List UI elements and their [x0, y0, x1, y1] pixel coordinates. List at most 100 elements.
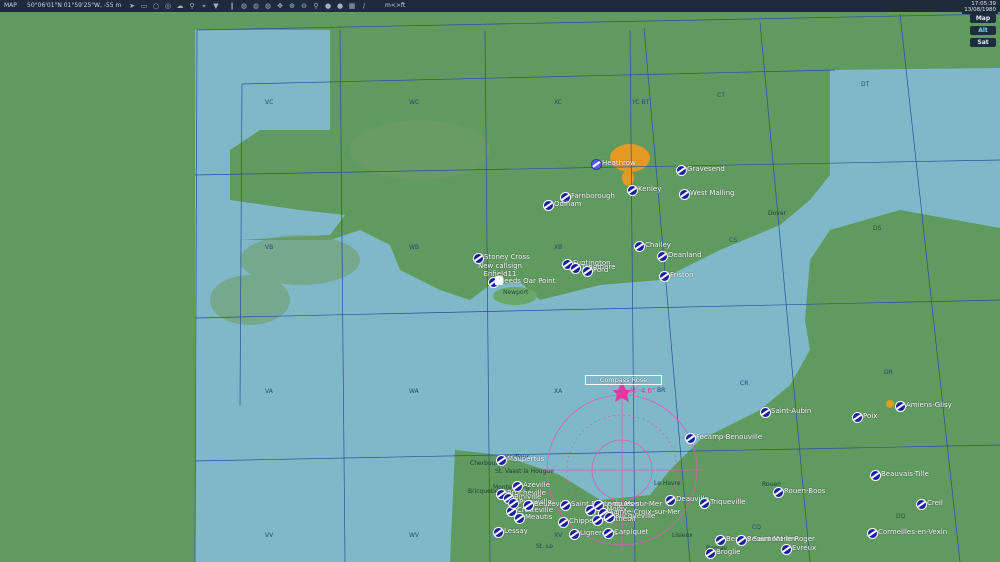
airfield-label[interactable]: Odiham [554, 200, 581, 208]
airfield-icon[interactable] [592, 515, 603, 526]
airbase-heathrow-icon[interactable] [591, 159, 602, 170]
airfield-label[interactable]: Beaumont-le-Roger [747, 535, 815, 543]
search-icon[interactable]: ⚲ [312, 2, 320, 10]
airfield-label[interactable]: Evreux [792, 544, 816, 552]
airfield-icon[interactable] [679, 189, 690, 200]
aircraft-unit-icon[interactable] [495, 276, 503, 285]
airfield-label[interactable]: Chailey [645, 241, 671, 249]
airfield-label[interactable]: Azeville [523, 481, 550, 489]
airfield-icon[interactable] [627, 185, 638, 196]
airfield-label[interactable]: Maupertus [507, 455, 544, 463]
airfield-icon[interactable] [508, 498, 519, 509]
airfield-label[interactable]: Fecamp-Benouville [696, 433, 762, 441]
layers-icon[interactable]: ◎ [164, 2, 172, 10]
airfield-label[interactable]: Stoney Cross [484, 253, 530, 261]
pan-icon[interactable]: ✥ [276, 2, 284, 10]
airfield-icon[interactable] [569, 529, 580, 540]
unit-icon[interactable]: ⚲ [188, 2, 196, 10]
town-label: St. Vaast la Hougue [495, 468, 554, 475]
airfield-icon[interactable] [781, 544, 792, 555]
airfield-icon[interactable] [560, 500, 571, 511]
zoom-group-icon[interactable]: ◍ [264, 2, 272, 10]
airfield-icon[interactable] [659, 271, 670, 282]
airfield-icon[interactable] [699, 498, 710, 509]
airfield-icon[interactable] [916, 499, 927, 510]
alt-view-button[interactable]: Alt [970, 26, 996, 35]
airfield-label[interactable]: Broglie [716, 548, 740, 556]
airfield-label[interactable]: Ford [593, 266, 608, 274]
airfield-icon[interactable] [895, 401, 906, 412]
grid-icon[interactable]: ▦ [348, 2, 356, 10]
town-label: Lisieux [672, 532, 693, 539]
airfield-icon[interactable] [604, 512, 615, 523]
sat-view-button[interactable]: Sat [970, 38, 996, 47]
cloud-icon[interactable]: ☁ [176, 2, 184, 10]
airfield-label[interactable]: Saint-Aubin [771, 407, 811, 415]
airfield-label[interactable]: Heathrow [602, 159, 636, 167]
airfield-label[interactable]: Friston [670, 271, 693, 279]
zoom-area-icon[interactable]: ◍ [240, 2, 248, 10]
airfield-label[interactable]: Deanland [668, 251, 702, 259]
airfield-icon[interactable] [657, 251, 668, 262]
airfield-icon[interactable] [558, 517, 569, 528]
airfield-label[interactable]: Gravesend [687, 165, 725, 173]
airfield-icon[interactable] [870, 470, 881, 481]
compass-rose-title[interactable]: Compass Rose [585, 375, 662, 385]
airfield-icon[interactable] [543, 200, 554, 211]
grid-label: CT [717, 92, 725, 99]
airfield-label[interactable]: Lessay [504, 527, 528, 535]
airfield-icon[interactable] [570, 263, 581, 274]
zoom-in-icon[interactable]: ⊕ [288, 2, 296, 10]
airfield-label[interactable]: Kenley [638, 185, 661, 193]
airfield-icon[interactable] [705, 548, 716, 559]
airfield-icon[interactable] [634, 241, 645, 252]
marker-icon[interactable]: ❙ [228, 2, 236, 10]
airfield-icon[interactable] [760, 407, 771, 418]
airfield-label[interactable]: Poix [863, 412, 877, 420]
airfield-label[interactable]: Rouen-Boos [784, 487, 825, 495]
airfield-icon[interactable] [665, 495, 676, 506]
ruler-icon[interactable]: ▭ [140, 2, 148, 10]
target-icon[interactable]: ⌖ [200, 2, 208, 10]
airfield-label[interactable]: Needs Oar Point [499, 277, 555, 285]
draw-icon[interactable]: ∕ [360, 2, 368, 10]
select-arrow-icon[interactable]: ➤ [128, 2, 136, 10]
airfield-icon[interactable] [676, 165, 687, 176]
circle-icon[interactable]: ○ [152, 2, 160, 10]
airfield-label[interactable]: Meautis [525, 513, 552, 521]
airfield-label[interactable]: West Malling [690, 189, 734, 197]
airfield-icon[interactable] [852, 412, 863, 423]
map-icon[interactable]: ● [336, 2, 344, 10]
airfield-label[interactable]: Amiens-Glisy [906, 401, 952, 409]
airfield-icon[interactable] [736, 535, 747, 546]
airfield-icon[interactable] [582, 266, 593, 277]
zoom-out-icon[interactable]: ⊖ [300, 2, 308, 10]
airfield-icon[interactable] [514, 513, 525, 524]
airfield-label[interactable]: Carpiquet [614, 528, 648, 536]
airfield-icon[interactable] [715, 535, 726, 546]
grid-label: VV [265, 532, 274, 539]
airfield-label[interactable]: Rucqueville [615, 512, 655, 520]
airfield-icon[interactable] [493, 527, 504, 538]
airfield-icon[interactable] [867, 528, 878, 539]
airfield-label[interactable]: Cormeilles-en-Vexin [878, 528, 947, 536]
map-canvas[interactable] [0, 12, 1000, 562]
map-view-button[interactable]: Map [970, 14, 996, 23]
airfield-label[interactable]: Triqueville [710, 498, 746, 506]
airfield-icon[interactable] [773, 487, 784, 498]
sea [195, 30, 1000, 562]
airfield-icon[interactable] [603, 528, 614, 539]
airfield-label[interactable]: Creil [927, 499, 943, 507]
airfield-label[interactable]: Farnborough [571, 192, 615, 200]
airfield-label[interactable]: Beauvais-Tille [881, 470, 929, 478]
signal-icon[interactable]: ▼ [212, 2, 220, 10]
clock: 17:05:39 13/08/1980 [962, 0, 998, 14]
airfield-icon[interactable] [685, 433, 696, 444]
airfield-label[interactable]: Longues-sur-Mer [604, 500, 662, 508]
globe-icon[interactable]: ● [324, 2, 332, 10]
airfield-icon[interactable] [473, 253, 484, 264]
airfield-icon[interactable] [496, 455, 507, 466]
zoom-unit-icon[interactable]: ◍ [252, 2, 260, 10]
units-toggle[interactable]: m<>ft [385, 2, 405, 9]
airfield-icon[interactable] [523, 500, 534, 511]
